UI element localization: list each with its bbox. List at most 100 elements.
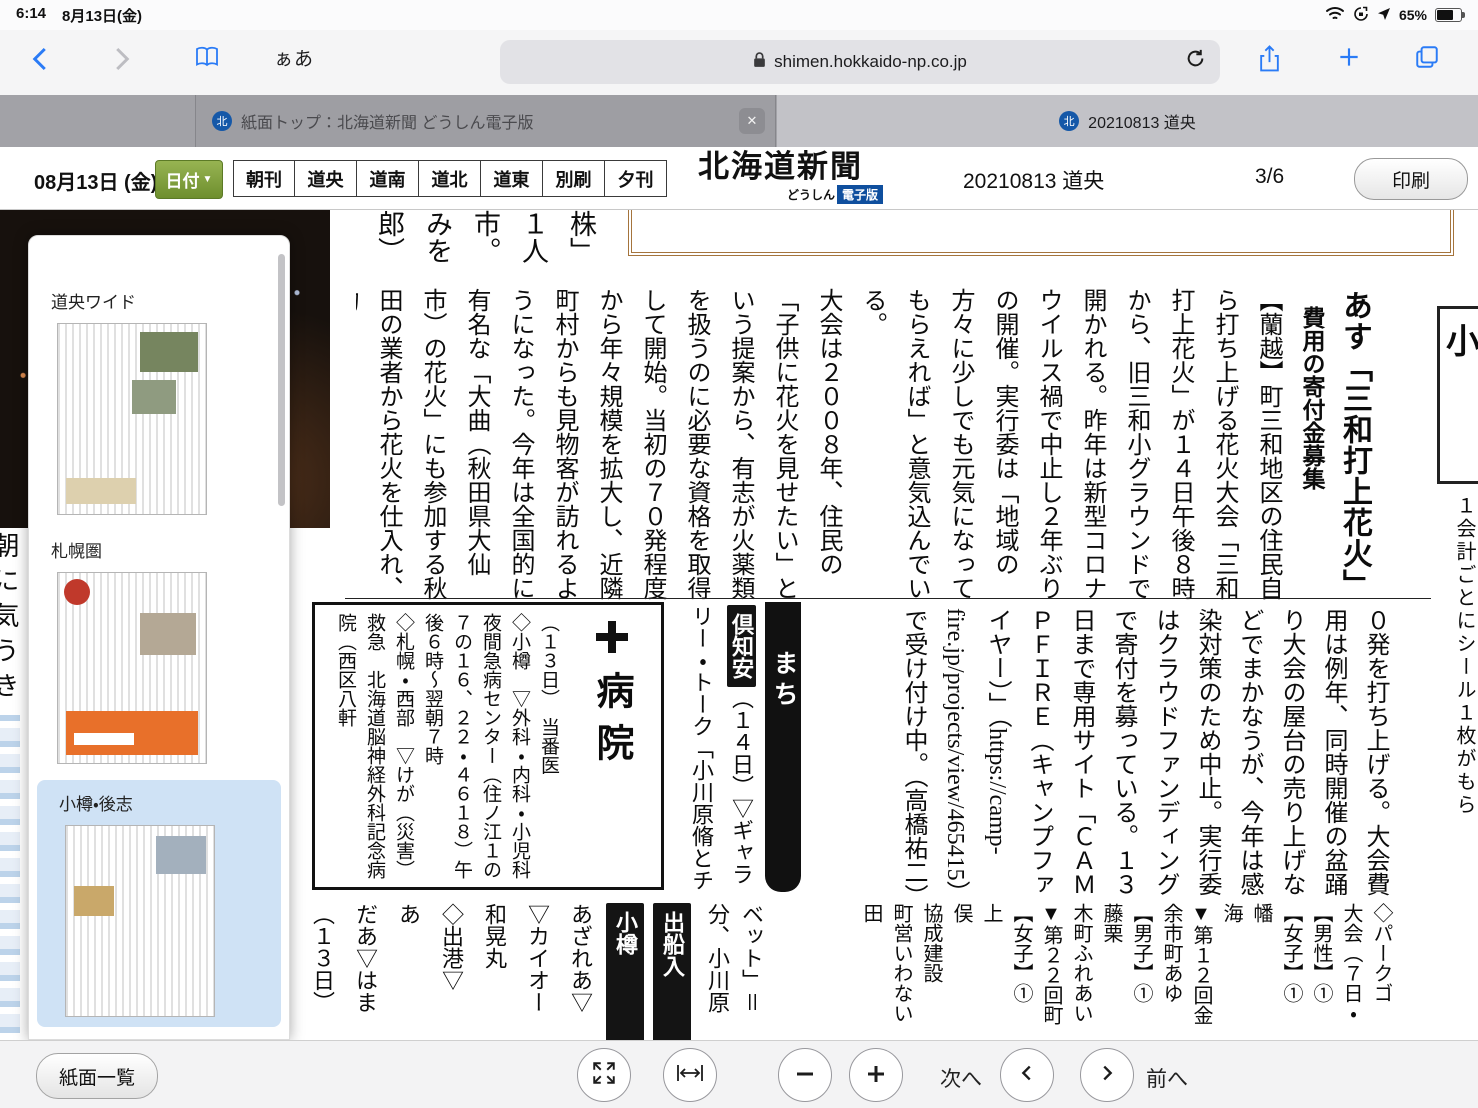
defune-label: 出船入 bbox=[653, 903, 691, 1040]
next-page-label: 次へ bbox=[940, 1063, 982, 1093]
plus-icon bbox=[864, 1058, 888, 1092]
lock-icon bbox=[753, 52, 766, 73]
edition-label: 20210813 道央 bbox=[963, 165, 1104, 195]
text-size-button[interactable]: ぁあ bbox=[272, 44, 316, 71]
logo-text: 北海道新聞 bbox=[678, 150, 883, 184]
left-link-list-cut bbox=[0, 715, 20, 1040]
nav-dohoku[interactable]: 道北 bbox=[419, 160, 481, 197]
fullscreen-icon bbox=[591, 1060, 617, 1091]
date-picker-button[interactable]: 日付 ▼ bbox=[155, 160, 223, 199]
machi-label: まち bbox=[765, 650, 801, 712]
status-time: 6:14 bbox=[16, 5, 46, 26]
share-icon[interactable] bbox=[1252, 44, 1286, 74]
page-list-button[interactable]: 紙面一覧 bbox=[36, 1053, 158, 1099]
newspaper-logo: 北海道新聞 どうしん 電子版 bbox=[678, 150, 883, 204]
edition-date: 08月13日 (金) bbox=[34, 166, 157, 195]
hospital-duty-box: 病院 （１３日） 当番医 ◇小樽 ▽外科・内科・小児科 夜間急病センター（住ノ江… bbox=[312, 602, 664, 890]
url-text: shimen.hokkaido-np.co.jp bbox=[774, 52, 967, 72]
page-thumbnail-sidebar: 道央ワイド 札幌圏 小樽・後志 bbox=[28, 235, 290, 1040]
zoom-out-button[interactable] bbox=[778, 1048, 832, 1102]
fit-width-icon bbox=[676, 1061, 704, 1090]
back-button[interactable] bbox=[24, 44, 58, 74]
new-tab-icon[interactable] bbox=[1332, 44, 1366, 70]
nav-donan[interactable]: 道南 bbox=[357, 160, 419, 197]
status-date: 8月13日(金) bbox=[62, 5, 142, 26]
top-cut-columns: 株」 １人 市。 みを 郎） bbox=[365, 210, 605, 286]
fit-width-button[interactable] bbox=[663, 1048, 717, 1102]
viewer-header: 08月13日 (金) 日付 ▼ 朝刊 道央 道南 道北 道東 別刷 夕刊 北海道… bbox=[0, 147, 1478, 210]
safari-window: { "status_bar": { "time": "6:14", "date"… bbox=[0, 0, 1478, 1108]
tabs-overview-icon[interactable] bbox=[1410, 44, 1444, 70]
fullscreen-button[interactable] bbox=[577, 1048, 631, 1102]
nav-yukan[interactable]: 夕刊 bbox=[605, 160, 667, 197]
ad-box-edge bbox=[628, 210, 1454, 256]
kutchan-label: 倶知安 bbox=[727, 605, 756, 687]
article-body-top: 【蘭越】町三和地区の住民自ら打ち上げる花火大会「三和打上花火」が１４日午後８時か… bbox=[356, 288, 1290, 604]
browser-toolbar: ぁあ shimen.hokkaido-np.co.jp bbox=[0, 30, 1478, 95]
tab-shimen-top[interactable]: 北 紙面トップ：北海道新聞 どうしん電子版 ✕ bbox=[195, 95, 776, 147]
doshin-favicon: 北 bbox=[1059, 111, 1079, 131]
logo-subtext: どうしん bbox=[787, 186, 835, 203]
tab-current-page[interactable]: 北 20210813 道央 bbox=[777, 95, 1478, 147]
wifi-icon bbox=[1325, 6, 1345, 24]
otaru-label: 小樽 bbox=[606, 903, 644, 1040]
forward-button[interactable] bbox=[104, 44, 138, 74]
nav-doo[interactable]: 道央 bbox=[295, 160, 357, 197]
section-title-sapporo: 札幌圏 bbox=[51, 537, 289, 562]
section-title-otaru: 小樽・後志 bbox=[59, 790, 281, 815]
machi-section-ribbon: まち bbox=[765, 602, 801, 892]
newspaper-thumbnail-doo-wide[interactable] bbox=[57, 323, 207, 515]
status-bar: 6:14 8月13日(金) 65% bbox=[0, 0, 1478, 30]
nav-chokan[interactable]: 朝刊 bbox=[233, 160, 295, 197]
page-indicator: 3/6 bbox=[1255, 165, 1284, 189]
chevron-down-icon: ▼ bbox=[203, 174, 213, 185]
kutchan-col-2: リー・トーク「小川原脩とチ bbox=[684, 605, 718, 905]
prev-page-label: 前へ bbox=[1146, 1063, 1188, 1093]
close-tab-icon[interactable]: ✕ bbox=[739, 108, 765, 134]
selected-section: 小樽・後志 bbox=[37, 780, 281, 1027]
left-cut-column: 朝に気うき bbox=[0, 532, 22, 722]
chevron-left-icon bbox=[1016, 1062, 1038, 1089]
article-headline: あす「三和打上花火」 bbox=[1332, 290, 1376, 602]
minus-icon bbox=[793, 1058, 817, 1092]
next-page-button[interactable] bbox=[1000, 1048, 1054, 1102]
print-button[interactable]: 印刷 bbox=[1354, 158, 1468, 200]
newspaper-thumbnail-otaru[interactable] bbox=[65, 825, 215, 1017]
right-cut-box: 小 bbox=[1437, 306, 1478, 484]
article-subhead: 費用の寄付金募集 bbox=[1294, 306, 1328, 546]
article-body-bottom: ０発を打ち上げる。大会費用は例年、同時開催の盆踊り大会の屋台の売り上げなどでまか… bbox=[858, 608, 1396, 908]
sidebar-scrollbar[interactable] bbox=[278, 254, 285, 506]
kutchan-col-1: 倶知安（１４日）▽ギャラ bbox=[724, 605, 758, 905]
logo-badge: 電子版 bbox=[837, 185, 883, 204]
edition-nav: 朝刊 道央 道南 道北 道東 別刷 夕刊 bbox=[233, 160, 667, 197]
location-icon bbox=[1377, 7, 1391, 24]
doshin-favicon: 北 bbox=[212, 111, 232, 131]
right-edge-column: １会計ごとにシール１枚がもら bbox=[1450, 495, 1478, 935]
harbor-listing-cut: ベット」＝分、小川原 出船入 小樽 あざれあ▽ ▽カイオー 和晃丸 ◇出港▽ あ… bbox=[300, 903, 768, 1040]
kutchan-listing: 倶知安（１４日）▽ギャラ リー・トーク「小川原脩とチ bbox=[682, 605, 758, 905]
hospital-body: （１３日） 当番医 ◇小樽 ▽外科・内科・小児科 夜間急病センター（住ノ江１の７… bbox=[325, 613, 563, 879]
hospital-title-block: 病院 bbox=[584, 619, 639, 775]
orientation-lock-icon bbox=[1353, 6, 1369, 25]
zoom-in-button[interactable] bbox=[849, 1048, 903, 1102]
newspaper-viewer: 朝に気うき 道央ワイド 札幌圏 小樽・後志 株」 １人 市。 みを 郎） あす bbox=[0, 210, 1478, 1040]
battery-icon bbox=[1435, 8, 1462, 22]
newspaper-thumbnail-sapporo[interactable] bbox=[57, 572, 207, 764]
medical-cross-icon bbox=[594, 619, 630, 655]
battery-percent: 65% bbox=[1399, 7, 1427, 23]
nav-bessatsu[interactable]: 別刷 bbox=[543, 160, 605, 197]
reload-icon[interactable] bbox=[1185, 48, 1206, 74]
sports-results-cut: ◇パークゴ 大会（７日・ 【男性】① 【女子】① 幡 海 ▼第１２回金 余市町あ… bbox=[858, 903, 1396, 1040]
tab-title: 紙面トップ：北海道新聞 どうしん電子版 bbox=[241, 109, 533, 133]
section-title-doo-wide: 道央ワイド bbox=[51, 288, 289, 313]
viewer-toolbar: 紙面一覧 次へ 前へ bbox=[0, 1040, 1478, 1108]
url-bar[interactable]: shimen.hokkaido-np.co.jp bbox=[500, 40, 1220, 84]
nav-doto[interactable]: 道東 bbox=[481, 160, 543, 197]
hospital-title: 病院 bbox=[584, 671, 639, 775]
column-divider bbox=[345, 598, 1431, 599]
bookmarks-icon[interactable] bbox=[190, 44, 224, 69]
tab-title: 20210813 道央 bbox=[1088, 109, 1196, 133]
prev-page-button[interactable] bbox=[1080, 1048, 1134, 1102]
tab-bar: 北 紙面トップ：北海道新聞 どうしん電子版 ✕ 北 20210813 道央 bbox=[0, 95, 1478, 147]
chevron-right-icon bbox=[1096, 1062, 1118, 1089]
